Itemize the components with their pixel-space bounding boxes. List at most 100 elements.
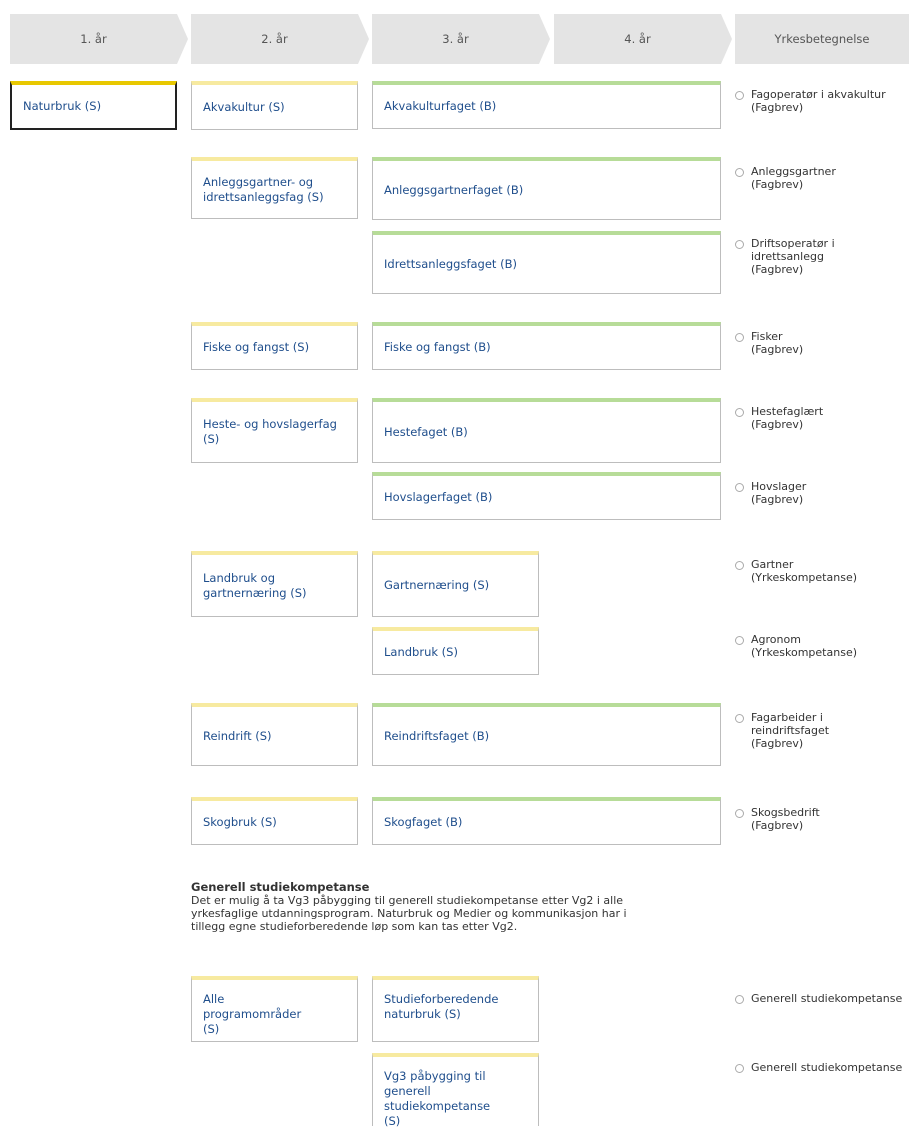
program-label: Studieforberedende naturbruk (S) bbox=[384, 992, 499, 1021]
program-gartnernaering[interactable]: Gartnernæring (S) bbox=[372, 551, 539, 617]
occupation-anleggsgartner[interactable]: Anleggsgartner (Fagbrev) bbox=[735, 165, 836, 191]
occupation-fagoperator-akvakultur[interactable]: Fagoperatør i akvakultur (Fagbrev) bbox=[735, 88, 886, 114]
program-naturbruk[interactable]: Naturbruk (S) bbox=[10, 81, 177, 130]
header-label: Yrkesbetegnelse bbox=[774, 32, 870, 46]
program-label: Hestefaget (B) bbox=[384, 424, 468, 439]
program-akvakulturfaget[interactable]: Akvakulturfaget (B) bbox=[372, 81, 721, 129]
program-label: Reindriftsfaget (B) bbox=[384, 728, 490, 743]
program-label: Reindrift (S) bbox=[203, 728, 272, 743]
occupation-skogsbedrift[interactable]: Skogsbedrift (Fagbrev) bbox=[735, 806, 820, 832]
header-year-4: 4. år bbox=[554, 14, 734, 64]
occupation-type: (Fagbrev) bbox=[751, 101, 804, 114]
occupation-title: Hestefaglært bbox=[751, 405, 824, 418]
program-label: Idrettsanleggsfaget (B) bbox=[384, 256, 517, 271]
occupation-agronom[interactable]: Agronom (Yrkeskompetanse) bbox=[735, 633, 857, 659]
occupation-hovslager[interactable]: Hovslager (Fagbrev) bbox=[735, 480, 806, 506]
program-anleggsgartnerfaget[interactable]: Anleggsgartnerfaget (B) bbox=[372, 157, 721, 220]
radio-icon[interactable] bbox=[735, 408, 744, 417]
program-heste-og-hovslagerfag[interactable]: Heste- og hovslagerfag (S) bbox=[191, 398, 358, 463]
program-hestefaget[interactable]: Hestefaget (B) bbox=[372, 398, 721, 463]
general-section-text: Det er mulig å ta Vg3 påbygging til gene… bbox=[191, 894, 627, 933]
program-alle-programomrader[interactable]: Alle programområder (S) bbox=[191, 976, 358, 1042]
program-label: Hovslagerfaget (B) bbox=[384, 490, 493, 504]
program-skogfaget[interactable]: Skogfaget (B) bbox=[372, 797, 721, 845]
occupation-title: Fagoperatør i akvakultur bbox=[751, 88, 886, 101]
radio-icon[interactable] bbox=[735, 1064, 744, 1073]
program-label: Naturbruk (S) bbox=[23, 99, 102, 113]
radio-icon[interactable] bbox=[735, 333, 744, 342]
program-label: Fiske og fangst (B) bbox=[384, 340, 491, 354]
header-year-3: 3. år bbox=[372, 14, 552, 64]
header-occupation: Yrkesbetegnelse bbox=[735, 14, 909, 64]
occupation-type: (Yrkeskompetanse) bbox=[751, 571, 857, 584]
general-section-title: Generell studiekompetanse bbox=[191, 880, 370, 894]
occupation-title: Hovslager bbox=[751, 480, 807, 493]
program-fiske-og-fangst-fag[interactable]: Fiske og fangst (B) bbox=[372, 322, 721, 370]
occupation-fagarbeider-reindriftsfaget[interactable]: Fagarbeider i reindriftsfaget (Fagbrev) bbox=[735, 711, 836, 750]
program-reindrift[interactable]: Reindrift (S) bbox=[191, 703, 358, 766]
program-label: Anleggsgartner- og idrettsanleggsfag (S) bbox=[203, 174, 324, 204]
occupation-type: (Fagbrev) bbox=[751, 418, 804, 431]
program-vg3-pabygging[interactable]: Vg3 påbygging til generell studiekompeta… bbox=[372, 1053, 539, 1128]
occupation-type: (Fagbrev) bbox=[751, 493, 804, 506]
radio-icon[interactable] bbox=[735, 240, 744, 249]
occupation-title: Skogsbedrift bbox=[751, 806, 820, 819]
program-label: Akvakultur (S) bbox=[203, 99, 285, 114]
occupation-type: (Fagbrev) bbox=[751, 819, 804, 832]
program-studieforberedende-naturbruk[interactable]: Studieforberedende naturbruk (S) bbox=[372, 976, 539, 1042]
program-label: Landbruk og gartnernæring (S) bbox=[203, 570, 307, 600]
header-label: 4. år bbox=[624, 32, 651, 46]
occupation-title: Gartner bbox=[751, 558, 794, 571]
header-label: 1. år bbox=[80, 32, 107, 46]
program-label: Heste- og hovslagerfag (S) bbox=[203, 417, 337, 446]
radio-icon[interactable] bbox=[735, 168, 744, 177]
header-label: 3. år bbox=[442, 32, 469, 46]
occupation-generell-studiekompetanse-2[interactable]: Generell studiekompetanse bbox=[735, 1061, 902, 1074]
program-label: Alle programområder (S) bbox=[203, 992, 302, 1036]
occupation-title: Agronom bbox=[751, 633, 801, 646]
occupation-type: (Fagbrev) bbox=[751, 737, 804, 750]
program-label: Gartnernæring (S) bbox=[384, 578, 490, 592]
program-label: Landbruk (S) bbox=[384, 645, 458, 659]
radio-icon[interactable] bbox=[735, 809, 744, 818]
program-landbruk-og-gartnernaering[interactable]: Landbruk og gartnernæring (S) bbox=[191, 551, 358, 617]
radio-icon[interactable] bbox=[735, 636, 744, 645]
program-akvakultur[interactable]: Akvakultur (S) bbox=[191, 81, 358, 130]
radio-icon[interactable] bbox=[735, 483, 744, 492]
program-fiske-og-fangst[interactable]: Fiske og fangst (S) bbox=[191, 322, 358, 370]
program-label: Anleggsgartnerfaget (B) bbox=[384, 182, 524, 197]
program-hovslagerfaget[interactable]: Hovslagerfaget (B) bbox=[372, 472, 721, 520]
program-label: Skogfaget (B) bbox=[384, 815, 463, 829]
occupation-driftsoperator-idrettsanlegg[interactable]: Driftsoperatør i idrettsanlegg (Fagbrev) bbox=[735, 237, 836, 276]
occupation-type: (Fagbrev) bbox=[751, 343, 804, 356]
program-reindriftsfaget[interactable]: Reindriftsfaget (B) bbox=[372, 703, 721, 766]
header-year-2: 2. år bbox=[191, 14, 371, 64]
program-label: Fiske og fangst (S) bbox=[203, 340, 310, 354]
occupation-fisker[interactable]: Fisker (Fagbrev) bbox=[735, 330, 803, 356]
occupation-type: (Yrkeskompetanse) bbox=[751, 646, 857, 659]
occupation-title: Driftsoperatør i idrettsanlegg bbox=[751, 237, 835, 263]
program-label: Vg3 påbygging til generell studiekompeta… bbox=[384, 1069, 491, 1128]
program-skogbruk[interactable]: Skogbruk (S) bbox=[191, 797, 358, 845]
occupation-title: Fagarbeider i reindriftsfaget bbox=[751, 711, 830, 737]
program-label: Akvakulturfaget (B) bbox=[384, 99, 497, 113]
header-year-1: 1. år bbox=[10, 14, 190, 64]
occupation-hestefaglaert[interactable]: Hestefaglært (Fagbrev) bbox=[735, 405, 823, 431]
header-label: 2. år bbox=[261, 32, 288, 46]
radio-icon[interactable] bbox=[735, 995, 744, 1004]
program-idrettsanleggsfaget[interactable]: Idrettsanleggsfaget (B) bbox=[372, 231, 721, 294]
occupation-gartner[interactable]: Gartner (Yrkeskompetanse) bbox=[735, 558, 857, 584]
program-landbruk[interactable]: Landbruk (S) bbox=[372, 627, 539, 675]
radio-icon[interactable] bbox=[735, 714, 744, 723]
occupation-title: Generell studiekompetanse bbox=[751, 992, 903, 1005]
radio-icon[interactable] bbox=[735, 561, 744, 570]
occupation-title: Anleggsgartner bbox=[751, 165, 836, 178]
occupation-type: (Fagbrev) bbox=[751, 263, 804, 276]
program-anleggsgartner-idrettsanleggsfag[interactable]: Anleggsgartner- og idrettsanleggsfag (S) bbox=[191, 157, 358, 219]
occupation-title: Fisker bbox=[751, 330, 783, 343]
occupation-title: Generell studiekompetanse bbox=[751, 1061, 903, 1074]
program-label: Skogbruk (S) bbox=[203, 815, 277, 829]
occupation-generell-studiekompetanse-1[interactable]: Generell studiekompetanse bbox=[735, 992, 902, 1005]
occupation-type: (Fagbrev) bbox=[751, 178, 804, 191]
radio-icon[interactable] bbox=[735, 91, 744, 100]
